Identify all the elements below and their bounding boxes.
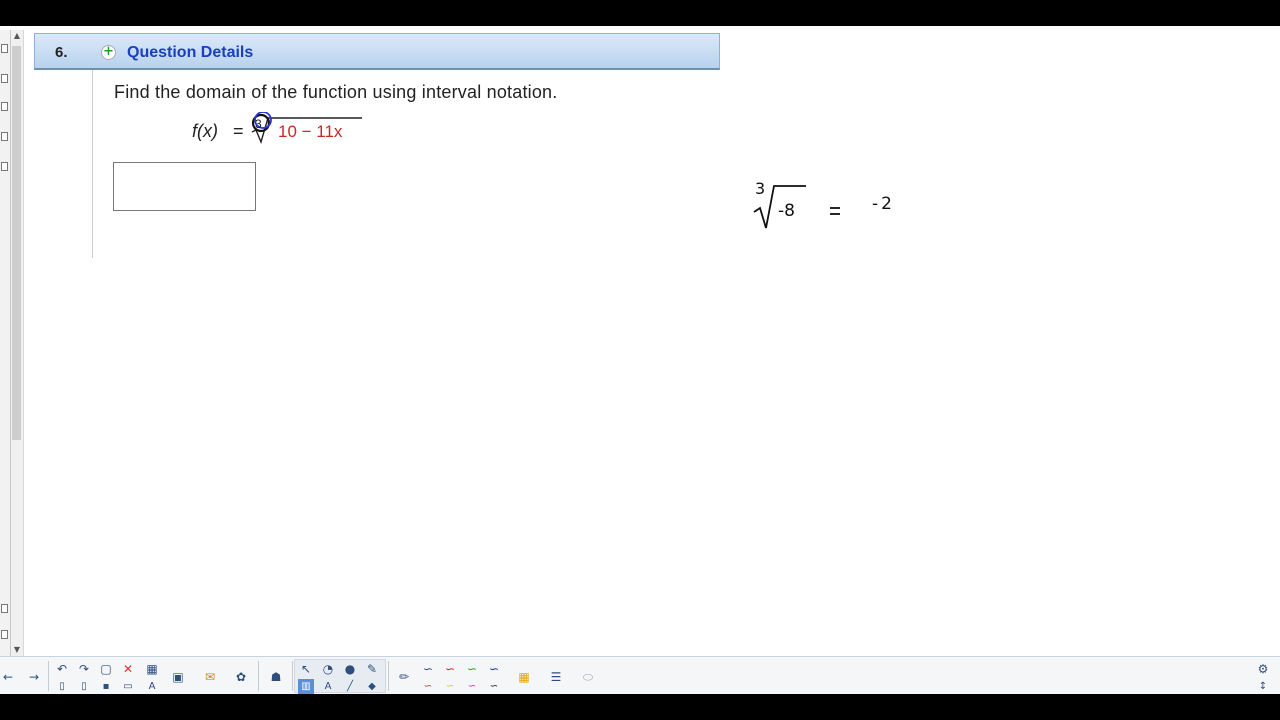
gallery-icon[interactable] <box>1 162 8 171</box>
note-result: -2 <box>872 194 895 214</box>
forward-arrow-icon[interactable]: → <box>26 669 42 685</box>
note-root-index: 3 <box>755 179 766 198</box>
delete-icon[interactable]: ✕ <box>120 661 136 677</box>
open-icon[interactable]: ▯ <box>54 679 70 694</box>
equals-sign: = <box>233 121 244 141</box>
marker-pink-icon[interactable]: ∽ <box>464 679 480 694</box>
question-number: 6. <box>55 44 68 61</box>
question-divider <box>92 70 93 258</box>
answer-input[interactable] <box>113 162 256 211</box>
question-details-link[interactable]: Question Details <box>127 44 253 62</box>
pen-icon[interactable]: ✏ <box>396 669 412 685</box>
screen-icon[interactable]: ▭ <box>120 679 136 694</box>
move-toolbar-icon[interactable]: ↕ <box>1255 679 1271 694</box>
active-tool-icon[interactable]: ▥ <box>298 679 314 694</box>
folder-icon[interactable]: ✉ <box>202 669 218 685</box>
scroll-down-icon[interactable]: ▼ <box>12 644 22 656</box>
marker-black-icon[interactable]: ∽ <box>486 679 502 694</box>
scroll-up-icon[interactable]: ▲ <box>12 30 22 42</box>
line-red-icon[interactable]: ∽ <box>442 661 458 677</box>
marker-red-icon[interactable]: ∽ <box>420 679 436 694</box>
line-black-icon[interactable]: ∽ <box>420 661 436 677</box>
line-icon[interactable]: ╱ <box>342 679 358 694</box>
function-name: f(x) <box>192 121 218 141</box>
magic-pen-icon[interactable]: ✎ <box>364 661 380 677</box>
undo-icon[interactable]: ↶ <box>54 661 70 677</box>
table-icon[interactable]: ▦ <box>144 661 160 677</box>
question-prompt: Find the domain of the function using in… <box>114 82 558 102</box>
hand-icon[interactable]: ☗ <box>268 669 284 685</box>
note-radicand: -8 <box>778 201 795 221</box>
settings-icon[interactable]: ⚙ <box>1255 661 1271 677</box>
line-blue-icon[interactable]: ∽ <box>486 661 502 677</box>
grid-icon[interactable]: ▦ <box>516 669 532 685</box>
shape-icon[interactable]: ◔ <box>320 661 336 677</box>
scrollbar-thumb[interactable] <box>12 46 21 440</box>
text-icon[interactable] <box>1 132 8 141</box>
text-tool-icon[interactable]: A <box>144 679 160 694</box>
text-icon[interactable]: A <box>320 679 336 694</box>
left-tool-strip <box>0 30 11 670</box>
page-icon[interactable]: ▢ <box>98 661 114 677</box>
page-icon[interactable] <box>1 44 8 53</box>
back-arrow-icon[interactable]: ← <box>0 669 16 685</box>
tool-icon[interactable] <box>1 74 8 83</box>
page-icon[interactable] <box>1 630 8 639</box>
more-icon[interactable]: ⬭ <box>580 669 596 685</box>
bottom-toolbar: ← → ↶ ↷ ▢ ✕ ▦ ▯ ▯ ▪ ▭ A ▣ ✉ ✿ ☗ ↖ ◔ ● ✎ … <box>0 656 1280 694</box>
expand-icon[interactable] <box>1 604 8 613</box>
pen-icon[interactable] <box>1 102 8 111</box>
save-icon[interactable]: ▪ <box>98 679 114 694</box>
redo-icon[interactable]: ↷ <box>76 661 92 677</box>
eraser-icon[interactable]: ◆ <box>364 679 380 694</box>
app-window: ▲ ▼ 6. + Question Details Find the domai… <box>0 26 1280 694</box>
question-header: 6. + Question Details <box>34 33 720 70</box>
screen-capture-icon[interactable]: ▣ <box>170 669 186 685</box>
copy-icon[interactable]: ▯ <box>76 679 92 694</box>
marker-yellow-icon[interactable]: ∽ <box>442 679 458 694</box>
properties-icon[interactable]: ☰ <box>548 669 564 685</box>
line-green-icon[interactable]: ∽ <box>464 661 480 677</box>
gallery-icon[interactable]: ✿ <box>233 669 249 685</box>
fill-icon[interactable]: ● <box>342 661 358 677</box>
expand-icon[interactable]: + <box>101 45 116 60</box>
radical-index: 3 <box>255 117 262 131</box>
vertical-scrollbar[interactable]: ▲ ▼ <box>11 30 24 680</box>
select-icon[interactable]: ↖ <box>298 661 314 677</box>
radicand: 10 − 11x <box>278 122 343 141</box>
